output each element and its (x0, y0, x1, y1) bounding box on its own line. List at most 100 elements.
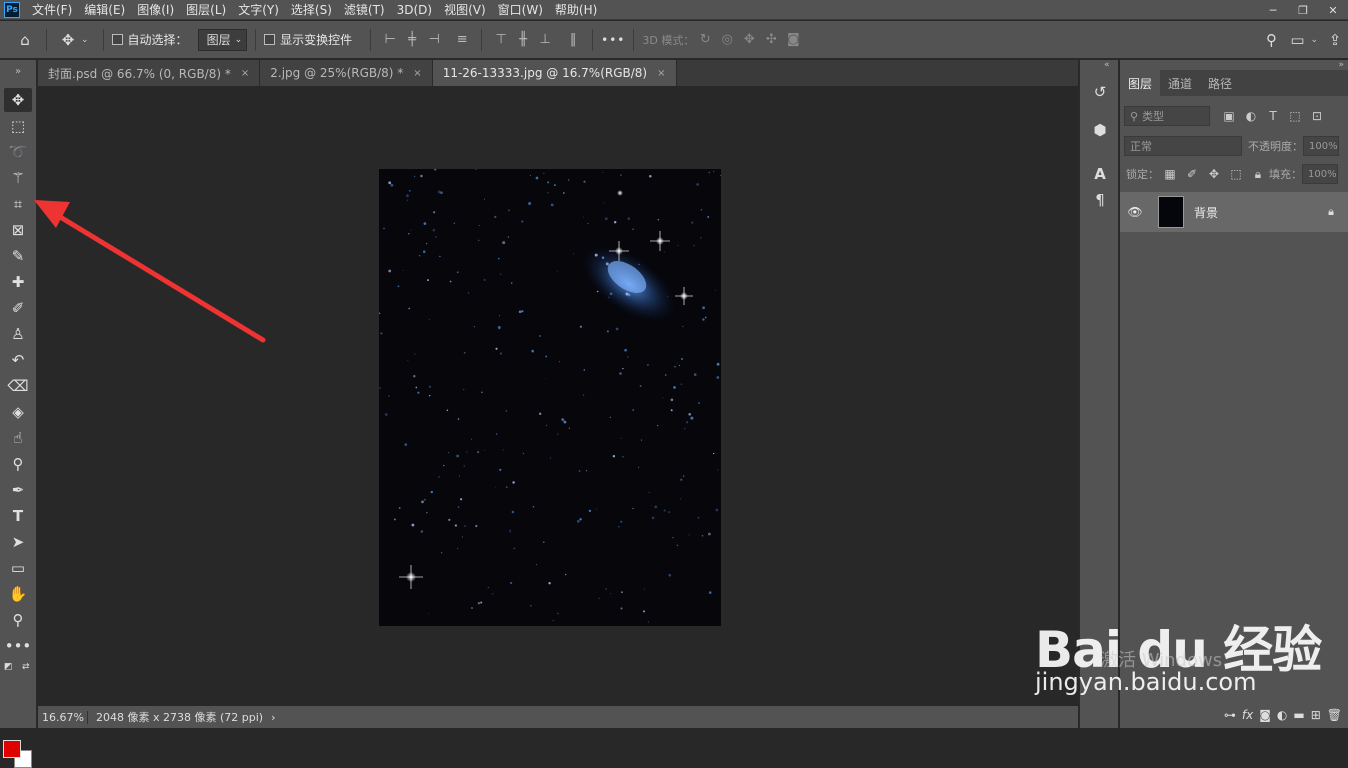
rectangle-tool-icon[interactable]: ▭ (4, 556, 32, 580)
lock-transparent-icon[interactable]: ▦ (1159, 167, 1181, 181)
type-tool-icon[interactable]: T (4, 504, 32, 528)
opacity-field[interactable]: 100% (1303, 136, 1339, 156)
menu-view[interactable]: 视图(V) (438, 0, 492, 20)
minimize-icon[interactable]: ─ (1258, 0, 1288, 20)
fill-field[interactable]: 100% (1302, 164, 1338, 184)
3d-slide-icon[interactable]: ✣ (760, 29, 782, 51)
close-tab-icon[interactable]: × (413, 68, 421, 79)
chevron-down-icon[interactable]: ⌄ (81, 35, 89, 45)
close-tab-icon[interactable]: × (657, 68, 665, 79)
smudge-tool-icon[interactable]: ☝ (4, 426, 32, 450)
collapse-icon[interactable]: » (0, 60, 36, 82)
eyedropper-tool-icon[interactable]: ✎ (4, 244, 32, 268)
paragraph-panel-icon[interactable]: ¶ (1088, 188, 1112, 212)
layer-lock-icon[interactable]: 🔒︎ (1328, 205, 1334, 219)
layer-row-background[interactable]: 👁︎ 背景 🔒︎ (1120, 192, 1348, 232)
marquee-tool-icon[interactable]: ⬚ (4, 114, 32, 138)
align-left-icon[interactable]: ⊢ (379, 29, 401, 51)
checkbox-box[interactable] (264, 34, 276, 45)
path-selection-tool-icon[interactable]: ➤ (4, 530, 32, 554)
menu-layer[interactable]: 图层(L) (180, 0, 232, 20)
paint-bucket-tool-icon[interactable]: ◈ (4, 400, 32, 424)
layer-name[interactable]: 背景 (1194, 204, 1218, 221)
home-icon[interactable]: ⌂ (12, 27, 38, 53)
3d-rotate-icon[interactable]: ↻ (694, 29, 716, 51)
filter-pixel-icon[interactable]: ▣ (1218, 109, 1240, 123)
align-top-icon[interactable]: ⊤ (490, 29, 512, 51)
healing-brush-tool-icon[interactable]: ✚ (4, 270, 32, 294)
menu-help[interactable]: 帮助(H) (549, 0, 603, 20)
lock-image-icon[interactable]: ✐ (1181, 167, 1203, 181)
lock-position-icon[interactable]: ✥ (1203, 167, 1225, 181)
history-panel-icon[interactable]: ↺ (1088, 80, 1112, 104)
layer-filter-dropdown[interactable]: ⚲ 类型 (1124, 106, 1210, 126)
tab-11-26-13333-jpg[interactable]: 11-26-13333.jpg @ 16.7%(RGB/8) × (432, 60, 677, 86)
add-mask-icon[interactable]: ◙ (1259, 708, 1271, 722)
default-colors-icon[interactable]: ◩ (4, 662, 13, 672)
tab-cover-psd[interactable]: 封面.psd @ 66.7% (0, RGB/8) * × (38, 60, 261, 86)
menu-edit[interactable]: 编辑(E) (78, 0, 131, 20)
menu-select[interactable]: 选择(S) (285, 0, 338, 20)
visibility-eye-icon[interactable]: 👁︎ (1120, 205, 1150, 219)
align-right-icon[interactable]: ⊣ (423, 29, 445, 51)
zoom-tool-icon[interactable]: ⚲ (4, 608, 32, 632)
link-layers-icon[interactable]: ⊶ (1224, 708, 1236, 722)
character-panel-icon[interactable]: A (1088, 162, 1112, 186)
menu-window[interactable]: 窗口(W) (492, 0, 549, 20)
new-group-icon[interactable]: ▬ (1293, 708, 1304, 722)
brush-tool-icon[interactable]: ✐ (4, 296, 32, 320)
new-layer-icon[interactable]: ⊞ (1311, 708, 1321, 722)
move-tool-icon[interactable]: ✥ (4, 88, 32, 112)
pen-tool-icon[interactable]: ✒ (4, 478, 32, 502)
adjustment-layer-icon[interactable]: ◐ (1277, 708, 1287, 722)
menu-image[interactable]: 图像(I) (131, 0, 180, 20)
3d-camera-icon[interactable]: ◙ (782, 29, 804, 51)
menu-file[interactable]: 文件(F) (26, 0, 78, 20)
magic-wand-tool-icon[interactable]: ⚚ (4, 166, 32, 190)
share-icon[interactable]: ⇪ (1322, 27, 1348, 53)
distribute-v-icon[interactable]: ‖ (562, 29, 584, 51)
checkbox-box[interactable] (111, 34, 123, 45)
distribute-icon[interactable]: ≡ (451, 29, 473, 51)
eraser-tool-icon[interactable]: ⌫ (4, 374, 32, 398)
clone-stamp-tool-icon[interactable]: ♙ (4, 322, 32, 346)
menu-type[interactable]: 文字(Y) (232, 0, 285, 20)
swap-colors-icon[interactable]: ⇄ (22, 662, 30, 672)
collapse-icon[interactable]: « (1104, 60, 1110, 70)
close-icon[interactable]: ✕ (1318, 0, 1348, 20)
document-image-starfield[interactable] (379, 169, 721, 626)
tab-paths[interactable]: 路径 (1200, 70, 1240, 96)
blend-mode-dropdown[interactable]: 正常 (1124, 136, 1242, 156)
workspace-icon[interactable]: ▭ (1284, 27, 1310, 53)
zoom-level[interactable]: 16.67% (38, 710, 88, 724)
collapse-icon[interactable]: » (1338, 60, 1344, 70)
lock-all-icon[interactable]: 🔒︎ (1247, 167, 1269, 182)
tab-layers[interactable]: 图层 (1120, 70, 1161, 96)
frame-tool-icon[interactable]: ⊠ (4, 218, 32, 242)
lasso-tool-icon[interactable]: ➰ (4, 140, 32, 164)
filter-type-icon[interactable]: T (1262, 109, 1284, 123)
move-tool-preset-icon[interactable]: ✥ (55, 27, 81, 53)
3d-panel-icon[interactable]: ⬢ (1088, 118, 1112, 142)
lock-artboard-icon[interactable]: ⬚ (1225, 167, 1247, 181)
3d-roll-icon[interactable]: ◎ (716, 29, 738, 51)
auto-select-checkbox[interactable]: 自动选择： (111, 31, 188, 48)
3d-pan-icon[interactable]: ✥ (738, 29, 760, 51)
more-tools-icon[interactable]: ••• (4, 634, 32, 658)
close-tab-icon[interactable]: × (241, 68, 249, 79)
restore-icon[interactable]: ❐ (1288, 0, 1318, 20)
menu-filter[interactable]: 滤镜(T) (338, 0, 391, 20)
crop-tool-icon[interactable]: ⌗ (4, 192, 32, 216)
tab-2-jpg[interactable]: 2.jpg @ 25%(RGB/8) * × (260, 60, 433, 86)
align-vcenter-icon[interactable]: ╫ (512, 29, 534, 51)
history-brush-tool-icon[interactable]: ↶ (4, 348, 32, 372)
search-icon[interactable]: ⚲ (1258, 27, 1284, 53)
chevron-down-icon[interactable]: ⌄ (1310, 35, 1318, 45)
align-bottom-icon[interactable]: ⊥ (534, 29, 556, 51)
auto-select-dropdown[interactable]: 图层 ⌄ (197, 28, 248, 51)
foreground-color-swatch[interactable] (3, 740, 21, 758)
filter-shape-icon[interactable]: ⬚ (1284, 109, 1306, 123)
menu-3d[interactable]: 3D(D) (391, 0, 438, 20)
filter-smart-object-icon[interactable]: ⊡ (1306, 109, 1328, 123)
align-hcenter-icon[interactable]: ╪ (401, 29, 423, 51)
